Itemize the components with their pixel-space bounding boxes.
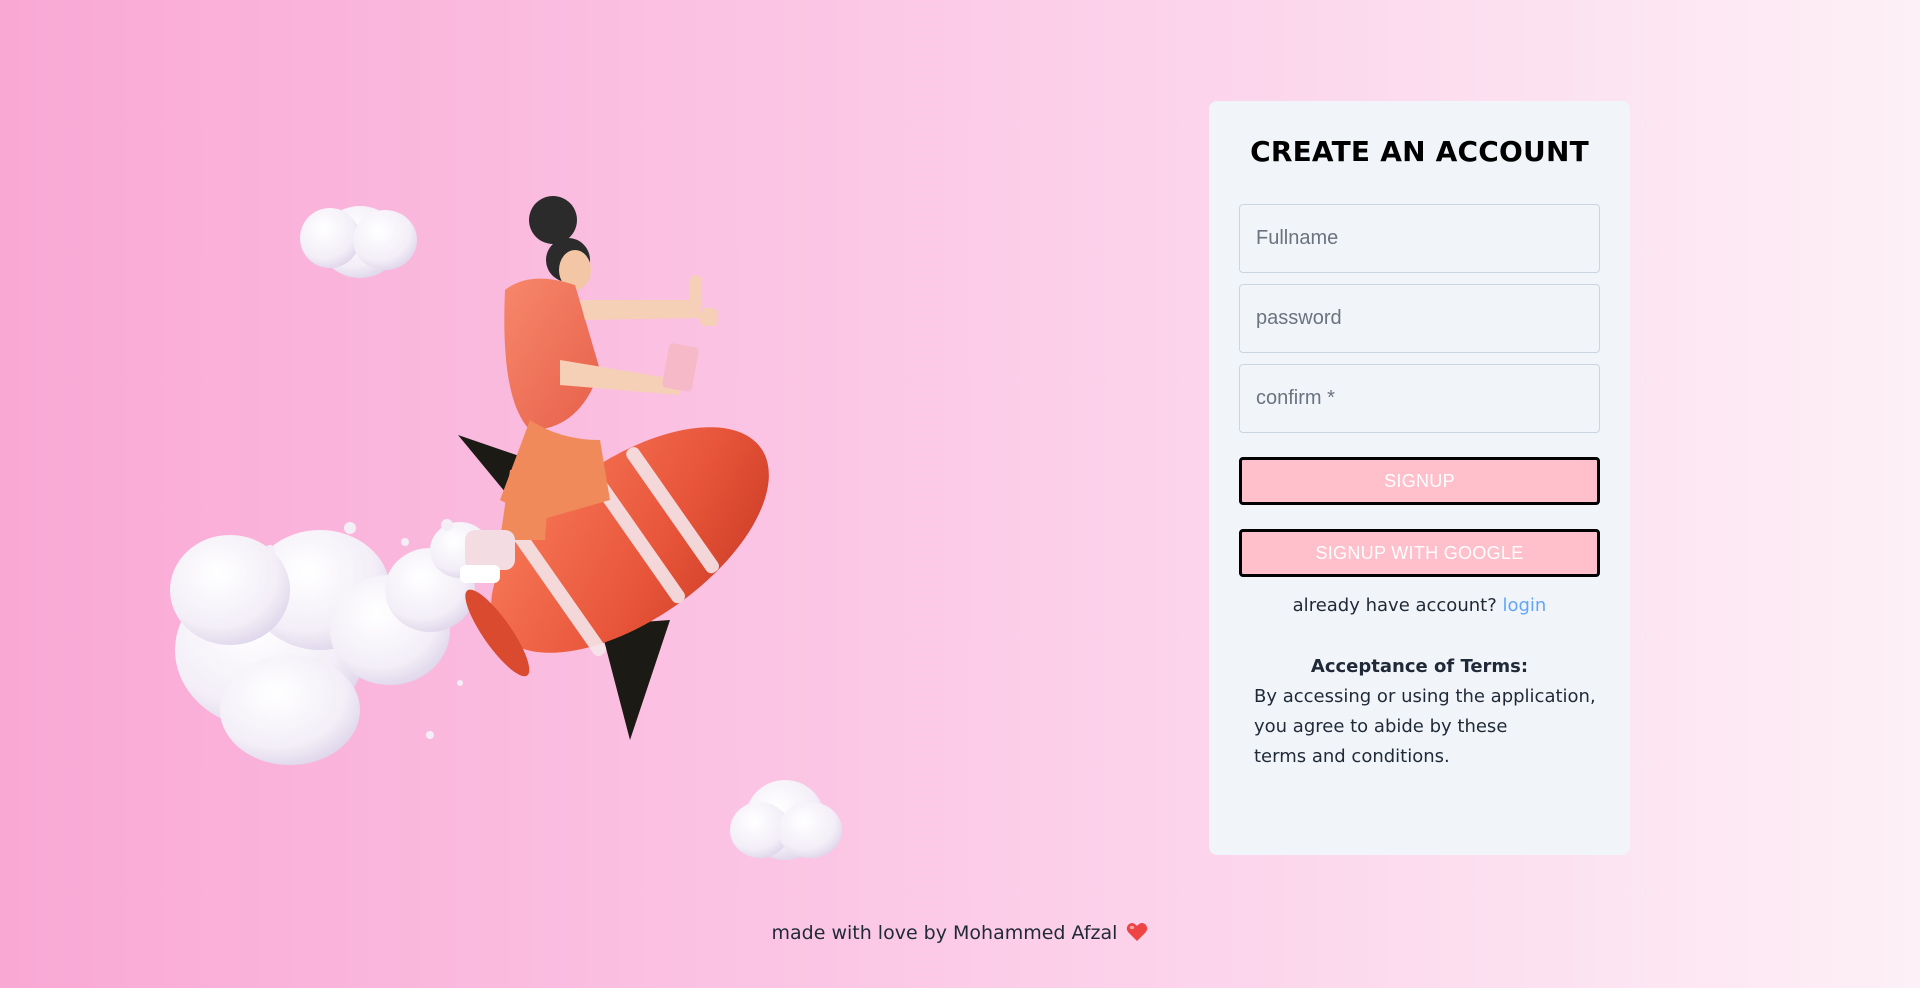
- terms-line-1: By accessing or using the application,: [1254, 686, 1596, 707]
- cloud-large: [170, 519, 490, 765]
- fullname-field[interactable]: [1239, 204, 1600, 273]
- terms-section: Acceptance of Terms: By accessing or usi…: [1239, 652, 1600, 772]
- footer: made with love by Mohammed Afzal: [0, 922, 1920, 947]
- cloud-top-left: [300, 206, 417, 278]
- signup-with-google-button[interactable]: SIGNUP WITH GOOGLE: [1239, 529, 1600, 577]
- rocket-illustration-svg: [170, 196, 842, 860]
- login-prompt-text: already have account?: [1292, 595, 1497, 616]
- page-title: CREATE AN ACCOUNT: [1250, 135, 1589, 168]
- signup-button[interactable]: SIGNUP: [1239, 457, 1600, 505]
- rocket-rider-illustration: [160, 170, 860, 890]
- footer-text: made with love by Mohammed Afzal: [771, 922, 1118, 944]
- terms-title: Acceptance of Terms:: [1310, 656, 1529, 677]
- login-link[interactable]: login: [1502, 595, 1546, 616]
- heart-icon: [1126, 922, 1148, 947]
- signup-card: CREATE AN ACCOUNT SIGNUP SIGNUP WITH GOO…: [1209, 101, 1630, 855]
- password-field[interactable]: [1239, 284, 1600, 353]
- terms-line-2: you agree to abide by these: [1254, 716, 1508, 737]
- cloud-bottom: [730, 780, 842, 860]
- confirm-password-field[interactable]: [1239, 364, 1600, 433]
- terms-line-3: terms and conditions.: [1254, 746, 1450, 767]
- login-prompt: already have account? login: [1239, 595, 1600, 616]
